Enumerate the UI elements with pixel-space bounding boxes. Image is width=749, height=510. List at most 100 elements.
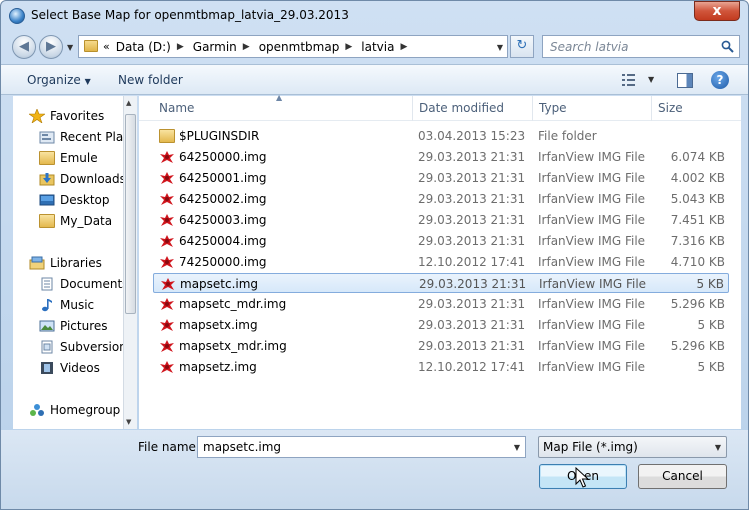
chevron-right-icon[interactable]: ▶ [400, 42, 407, 52]
music-icon [42, 299, 52, 312]
back-button[interactable]: ◀ [12, 35, 36, 59]
sidebar-item-documents[interactable]: Documents [39, 274, 128, 294]
column-divider[interactable] [412, 96, 413, 121]
file-dialog: Select Base Map for openmtbmap_latvia_29… [0, 0, 749, 510]
file-type-select[interactable]: Map File (*.img) ▼ [538, 436, 727, 458]
cancel-button[interactable]: Cancel [638, 464, 727, 489]
breadcrumb-garmin[interactable]: Garmin [193, 40, 237, 54]
file-type: IrfanView IMG File [539, 277, 647, 291]
file-type: IrfanView IMG File [538, 234, 646, 248]
chevron-down-icon: ▼ [84, 77, 91, 86]
file-date: 29.03.2013 21:31 [418, 234, 526, 248]
table-row[interactable]: 64250002.img 29.03.2013 21:31 IrfanView IM… [153, 189, 729, 209]
table-row[interactable]: 64250003.img 29.03.2013 21:31 IrfanView IM… [153, 210, 729, 230]
chevron-right-icon[interactable]: ▶ [243, 42, 250, 52]
breadcrumb-data-drive[interactable]: Data (D:) [116, 40, 171, 54]
scroll-up-icon[interactable]: ▲ [126, 99, 131, 107]
table-row[interactable]: 64250000.img 29.03.2013 21:31 IrfanView IM… [153, 147, 729, 167]
sidebar-item-downloads[interactable]: Downloads [39, 169, 126, 189]
forward-button[interactable]: ▶ [39, 35, 63, 59]
desktop-icon [39, 194, 55, 206]
libraries-icon [29, 256, 45, 270]
column-divider[interactable] [532, 96, 533, 121]
file-name: mapsetx.img [179, 318, 258, 332]
file-size: 4.710 KB [670, 255, 725, 269]
sidebar-homegroup[interactable]: Homegroup [29, 400, 120, 420]
file-name-input[interactable]: mapsetc.img ▼ [197, 436, 526, 458]
search-icon[interactable] [721, 40, 734, 53]
table-row[interactable]: $PLUGINSDIR 03.04.2013 15:23 File folder [153, 126, 729, 146]
recent-locations-dropdown[interactable]: ▼ [67, 43, 73, 52]
chevron-right-icon[interactable]: ▶ [345, 42, 352, 52]
column-header-type[interactable]: Type [539, 101, 567, 115]
column-header-date[interactable]: Date modified [419, 101, 504, 115]
view-options-dropdown[interactable]: ▼ [648, 75, 654, 84]
organize-menu[interactable]: Organize ▼ [27, 73, 91, 87]
file-name: $PLUGINSDIR [179, 129, 260, 143]
column-headers: ▲ Name Date modified Type Size [139, 93, 741, 121]
table-row[interactable]: mapsetc.img 29.03.2013 21:31 IrfanView IMG… [153, 273, 729, 293]
sidebar-item-pictures[interactable]: Pictures [39, 316, 108, 336]
organize-label: Organize [27, 73, 81, 87]
file-size: 5.043 KB [670, 192, 725, 206]
sidebar-item-label: Subversion [60, 340, 127, 354]
table-row[interactable]: mapsetx_mdr.img 29.03.2013 21:31 IrfanView… [153, 336, 729, 356]
view-options-icon[interactable] [621, 73, 637, 87]
search-input[interactable]: Search latvia [542, 35, 740, 58]
help-icon[interactable]: ? [711, 71, 729, 89]
column-header-name[interactable]: Name [159, 101, 194, 115]
file-date: 29.03.2013 21:31 [418, 297, 526, 311]
refresh-button[interactable]: ↻ [510, 35, 534, 58]
sidebar-libraries[interactable]: Libraries [29, 253, 102, 273]
column-divider[interactable] [651, 96, 652, 121]
breadcrumb-overflow[interactable]: « [103, 40, 110, 53]
table-row[interactable]: 64250001.img 29.03.2013 21:31 IrfanView IM… [153, 168, 729, 188]
sidebar-item-desktop[interactable]: Desktop [39, 190, 110, 210]
address-dropdown-icon[interactable]: ▼ [497, 43, 503, 52]
irfanview-file-icon [160, 319, 174, 331]
table-row[interactable]: mapsetc_mdr.img 29.03.2013 21:31 IrfanView… [153, 294, 729, 314]
sidebar-libraries-label: Libraries [50, 256, 102, 270]
folder-icon [39, 151, 55, 165]
column-header-size[interactable]: Size [658, 101, 683, 115]
irfanview-file-icon [160, 361, 174, 373]
sidebar-item-subversion[interactable]: Subversion [39, 337, 127, 357]
chevron-down-icon[interactable]: ▼ [514, 443, 520, 452]
chevron-right-icon[interactable]: ▶ [177, 42, 184, 52]
sidebar-item-music[interactable]: Music [39, 295, 94, 315]
scrollbar-thumb[interactable] [125, 114, 136, 314]
file-type: IrfanView IMG File [538, 339, 646, 353]
file-type: IrfanView IMG File [538, 255, 646, 269]
address-bar[interactable]: « Data (D:) ▶ Garmin ▶ openmtbmap ▶ latvia ▶… [78, 35, 508, 58]
file-date: 29.03.2013 21:31 [419, 277, 527, 291]
file-name: mapsetc.img [180, 277, 259, 291]
table-row[interactable]: 74250000.img 12.10.2012 17:41 IrfanView IM… [153, 252, 729, 272]
irfanview-file-icon [160, 256, 174, 268]
file-date: 29.03.2013 21:31 [418, 339, 526, 353]
irfanview-file-icon [160, 193, 174, 205]
table-row[interactable]: mapsetx.img 29.03.2013 21:31 IrfanView IMG… [153, 315, 729, 335]
preview-pane-icon[interactable] [677, 73, 693, 88]
sidebar-item-label: Downloads [60, 172, 126, 186]
file-name-label: File name: [138, 440, 200, 454]
file-date: 12.10.2012 17:41 [418, 360, 526, 374]
sidebar-item-my-data[interactable]: My_Data [39, 211, 112, 231]
breadcrumb-openmtbmap[interactable]: openmtbmap [259, 40, 340, 54]
sidebar-favorites[interactable]: Favorites [29, 106, 104, 126]
sidebar-item-emule[interactable]: Emule [39, 148, 98, 168]
documents-icon [41, 277, 53, 291]
close-button[interactable]: x [694, 1, 740, 21]
file-name-value: mapsetc.img [203, 440, 282, 454]
scroll-down-icon[interactable]: ▼ [126, 418, 131, 426]
file-date: 12.10.2012 17:41 [418, 255, 526, 269]
breadcrumb-latvia[interactable]: latvia [361, 40, 394, 54]
file-date: 29.03.2013 21:31 [418, 192, 526, 206]
irfanview-file-icon [160, 172, 174, 184]
table-row[interactable]: 64250004.img 29.03.2013 21:31 IrfanView IM… [153, 231, 729, 251]
sidebar-scrollbar[interactable]: ▲ ▼ [123, 96, 137, 429]
sidebar-item-videos[interactable]: Videos [39, 358, 100, 378]
folder-icon [159, 129, 175, 143]
chevron-down-icon[interactable]: ▼ [715, 443, 721, 452]
table-row[interactable]: mapsetz.img 12.10.2012 17:41 IrfanView IMG… [153, 357, 729, 377]
new-folder-button[interactable]: New folder [118, 73, 183, 87]
